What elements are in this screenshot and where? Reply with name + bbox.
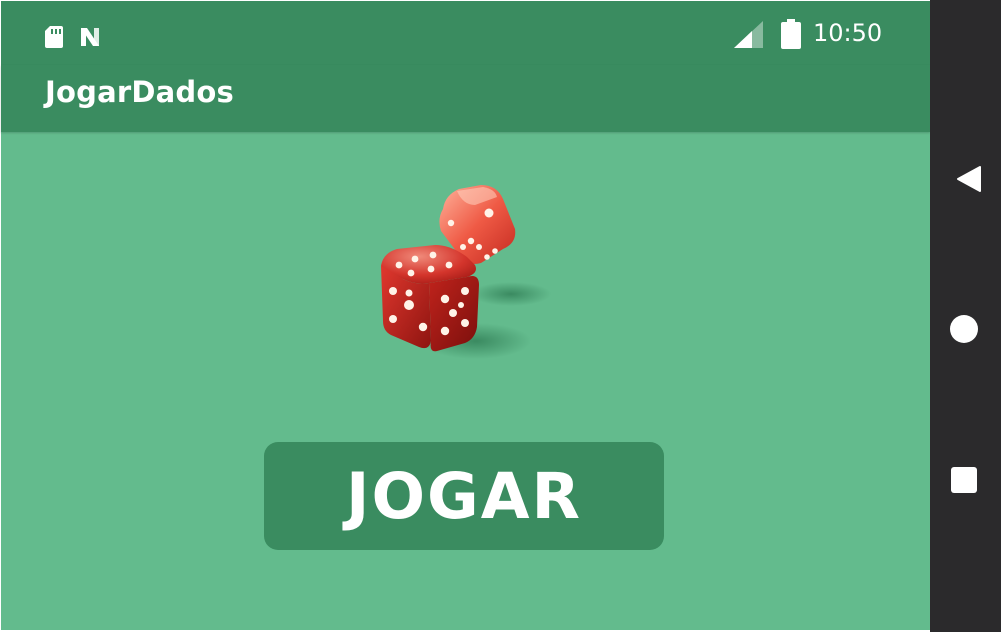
signal-icon — [734, 21, 763, 48]
app-title: JogarDados — [45, 75, 234, 109]
app-bar: JogarDados — [1, 65, 930, 132]
notification-n-icon — [81, 28, 99, 46]
recents-button[interactable] — [930, 445, 1001, 515]
app-window: 10:50 JogarDados JOGAR — [1, 1, 930, 630]
status-bar: 10:50 — [1, 1, 930, 65]
dice-icon — [381, 185, 551, 359]
home-button[interactable] — [930, 294, 1001, 364]
sd-card-icon — [45, 26, 63, 48]
play-button-label: JOGAR — [346, 459, 582, 533]
home-icon — [950, 315, 978, 343]
back-button[interactable] — [930, 143, 1001, 213]
status-time: 10:50 — [813, 19, 883, 47]
navigation-bar — [930, 0, 1001, 632]
battery-icon — [781, 19, 801, 49]
back-icon — [957, 166, 981, 192]
device-screen: 10:50 JogarDados JOGAR — [0, 0, 1001, 632]
play-button[interactable]: JOGAR — [264, 442, 664, 550]
recents-icon — [951, 467, 977, 493]
